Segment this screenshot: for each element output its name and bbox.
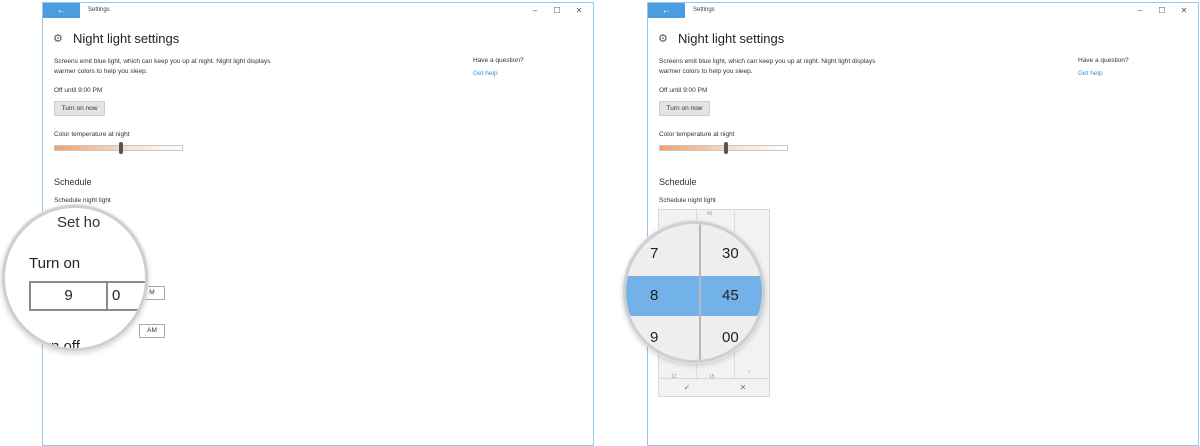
color-temperature-label: Color temperature at night — [54, 131, 130, 138]
app-title: Settings — [88, 7, 110, 13]
turn-on-now-button[interactable]: Turn on now — [54, 101, 105, 116]
app-title: Settings — [693, 7, 715, 13]
magnifier-left: Set ho Turn on 9 0 Turn off — [2, 205, 148, 351]
chevron-down-icon[interactable]: ⌄ — [747, 368, 751, 374]
picker-row[interactable]: 7 30 — [626, 234, 762, 274]
turn-on-label: Turn on — [29, 255, 81, 272]
get-help-link[interactable]: Get help — [1078, 70, 1103, 77]
back-arrow-icon: ← — [661, 5, 672, 16]
picker-hour: 7 — [650, 245, 659, 262]
night-light-status: Off until 9:00 PM — [54, 87, 103, 94]
turn-on-minute-field[interactable]: 0 — [108, 281, 145, 311]
picker-minute: 00 — [722, 329, 739, 346]
slider-thumb[interactable] — [724, 142, 729, 154]
picker-hour: 8 — [650, 287, 659, 304]
page-title: Night light settings — [678, 30, 785, 46]
help-heading: Have a question? — [473, 57, 524, 64]
close-button[interactable]: ✕ — [1174, 3, 1194, 18]
page-title: Night light settings — [73, 30, 180, 46]
set-hours-partial-text: Set ho — [57, 214, 101, 231]
cancel-close-icon[interactable]: ✕ — [715, 379, 771, 397]
close-button[interactable]: ✕ — [569, 3, 589, 18]
description-text: Screens emit blue light, which can keep … — [54, 58, 271, 75]
night-light-status: Off until 9:00 PM — [659, 87, 708, 94]
picker-minute: 30 — [722, 245, 739, 262]
schedule-heading: Schedule — [659, 177, 697, 187]
picker-column-divider — [699, 224, 701, 360]
accept-check-icon[interactable]: ✓ — [659, 379, 715, 397]
back-button[interactable]: ← — [648, 3, 685, 18]
minimize-button[interactable]: – — [525, 3, 545, 18]
page-header: ⚙ Night light settings — [658, 28, 784, 48]
back-button[interactable]: ← — [43, 3, 80, 18]
title-bar: ← Settings – ☐ ✕ — [43, 3, 593, 18]
schedule-heading: Schedule — [54, 177, 92, 187]
turn-off-ampm-field[interactable]: AM — [139, 324, 165, 338]
minimize-button[interactable]: – — [1130, 3, 1150, 18]
schedule-night-light-label: Schedule night light — [54, 197, 111, 204]
gear-icon: ⚙ — [53, 32, 63, 45]
turn-on-now-button[interactable]: Turn on now — [659, 101, 710, 116]
picker-hour: 9 — [650, 329, 659, 346]
help-heading: Have a question? — [1078, 57, 1129, 64]
maximize-button[interactable]: ☐ — [547, 3, 567, 18]
gear-icon: ⚙ — [658, 32, 668, 45]
picker-row[interactable]: 9 00 — [626, 318, 762, 358]
schedule-night-light-label: Schedule night light — [659, 197, 716, 204]
get-help-link[interactable]: Get help — [473, 70, 498, 77]
settings-window-right: ← Settings – ☐ ✕ ⚙ Night light settings … — [647, 2, 1199, 446]
back-arrow-icon: ← — [56, 5, 67, 16]
picker-minute-partial: 45 — [707, 211, 713, 217]
description-text: Screens emit blue light, which can keep … — [659, 58, 876, 75]
picker-minute: 45 — [722, 287, 739, 304]
color-temperature-label: Color temperature at night — [659, 131, 735, 138]
picker-row-selected[interactable]: 8 45 — [626, 276, 762, 316]
magnifier-right: 7 30 8 45 9 00 — [623, 221, 765, 363]
maximize-button[interactable]: ☐ — [1152, 3, 1172, 18]
title-bar: ← Settings – ☐ ✕ — [648, 3, 1198, 18]
slider-thumb[interactable] — [119, 142, 124, 154]
turn-on-hour-field[interactable]: 9 — [29, 281, 108, 311]
picker-footer: ✓ ✕ — [659, 378, 769, 396]
page-header: ⚙ Night light settings — [53, 28, 179, 48]
